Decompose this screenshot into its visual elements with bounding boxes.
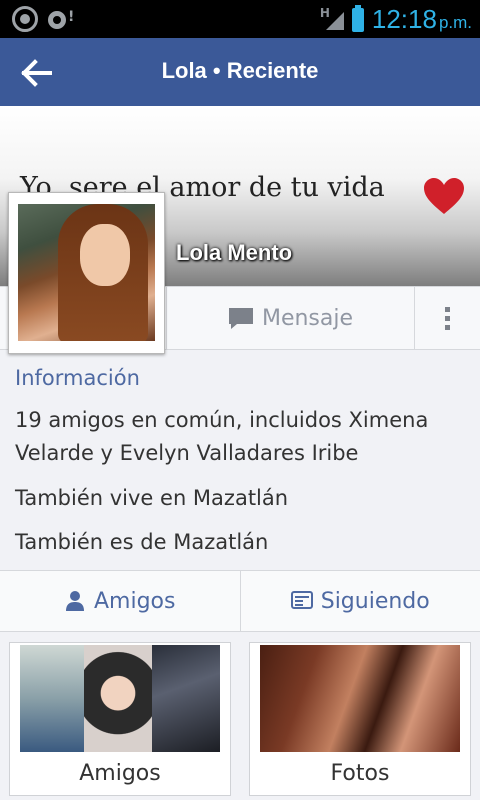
profile-name: Lola Mento [176,240,293,265]
info-title[interactable]: Información [15,366,140,390]
heart-icon [424,178,464,214]
more-options-button[interactable] [414,287,480,349]
friends-card[interactable]: Amigos [9,642,231,796]
lives-in-text: También vive en Mazatlán [15,486,289,510]
info-section: Información 19 amigos en común, incluido… [0,350,480,570]
tab-following[interactable]: Siguiendo [239,571,480,631]
clock-time: 12:18 [371,4,437,34]
app-bar: Lola • Reciente [0,38,480,106]
mutual-friends-text: 19 amigos en común, incluidos Ximena Vel… [15,408,429,465]
feed-icon [290,591,313,609]
disc-alert-icon: ! [48,7,74,31]
profile-picture[interactable] [8,192,165,354]
message-label: Mensaje [261,305,354,331]
person-icon [66,591,84,611]
notification-icons: ! [12,6,74,32]
tab-friends-label: Amigos [94,588,176,614]
photos-card[interactable]: Fotos [249,642,471,796]
avatar [18,204,155,341]
message-button[interactable]: Mensaje [166,287,414,349]
friends-thumbnails [20,645,221,752]
friend-thumbnail [20,645,85,752]
circle-notification-icon [12,6,38,32]
tab-friends[interactable]: Amigos [0,571,240,631]
system-icons: H 12:18 p.m. [320,4,472,35]
clock-ampm: p.m. [438,13,472,32]
signal-icon: H [320,6,344,32]
page-title: Lola • Reciente [161,58,319,83]
friend-thumbnail [84,645,153,752]
profile-tabs: Amigos Siguiendo [0,570,480,632]
tab-following-label: Siguiendo [320,588,430,614]
from-text: También es de Mazatlán [15,530,269,554]
status-bar: ! H 12:18 p.m. [0,0,480,38]
friend-thumbnail [152,645,221,752]
more-vertical-icon [445,306,450,312]
chat-bubble-icon [228,308,253,329]
battery-icon [351,4,364,32]
friends-card-label: Amigos [79,761,161,786]
photos-card-label: Fotos [330,761,390,786]
photos-thumbnail [260,645,460,752]
